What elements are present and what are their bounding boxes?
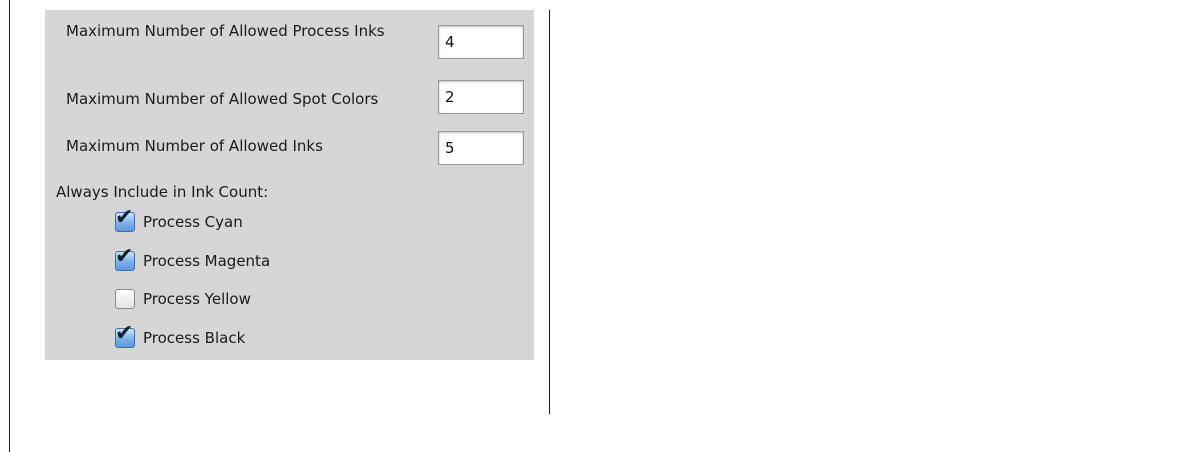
process-magenta-label: Process Magenta (143, 252, 271, 270)
spot-colors-field[interactable] (438, 80, 524, 114)
checkbox-row-magenta[interactable]: ✔ Process Magenta (115, 246, 271, 272)
ink-limits-panel: Maximum Number of Allowed Process Inks M… (45, 10, 534, 360)
checkbox-row-cyan[interactable]: ✔ Process Cyan (115, 207, 243, 233)
process-black-label: Process Black (143, 329, 246, 347)
process-inks-label: Maximum Number of Allowed Process Inks (66, 22, 385, 40)
process-inks-field[interactable] (438, 25, 524, 59)
process-cyan-label: Process Cyan (143, 213, 243, 231)
process-magenta-checkbox[interactable]: ✔ (115, 246, 135, 271)
allowed-inks-label: Maximum Number of Allowed Inks (66, 137, 323, 155)
process-black-checkbox[interactable]: ✔ (115, 323, 135, 348)
process-cyan-checkbox[interactable]: ✔ (115, 207, 135, 232)
checkmark-icon: ✔ (115, 205, 134, 230)
left-divider (9, 0, 10, 452)
checkbox-row-yellow[interactable]: Process Yellow (115, 288, 251, 310)
checkbox-row-black[interactable]: ✔ Process Black (115, 323, 246, 349)
spot-colors-label: Maximum Number of Allowed Spot Colors (66, 90, 379, 108)
right-divider (549, 10, 550, 414)
checkmark-icon: ✔ (115, 244, 134, 269)
checkmark-icon: ✔ (115, 321, 134, 346)
ink-count-heading: Always Include in Ink Count: (56, 183, 269, 201)
process-yellow-label: Process Yellow (143, 290, 251, 308)
process-yellow-checkbox[interactable] (115, 289, 135, 309)
allowed-inks-field[interactable] (438, 131, 524, 165)
